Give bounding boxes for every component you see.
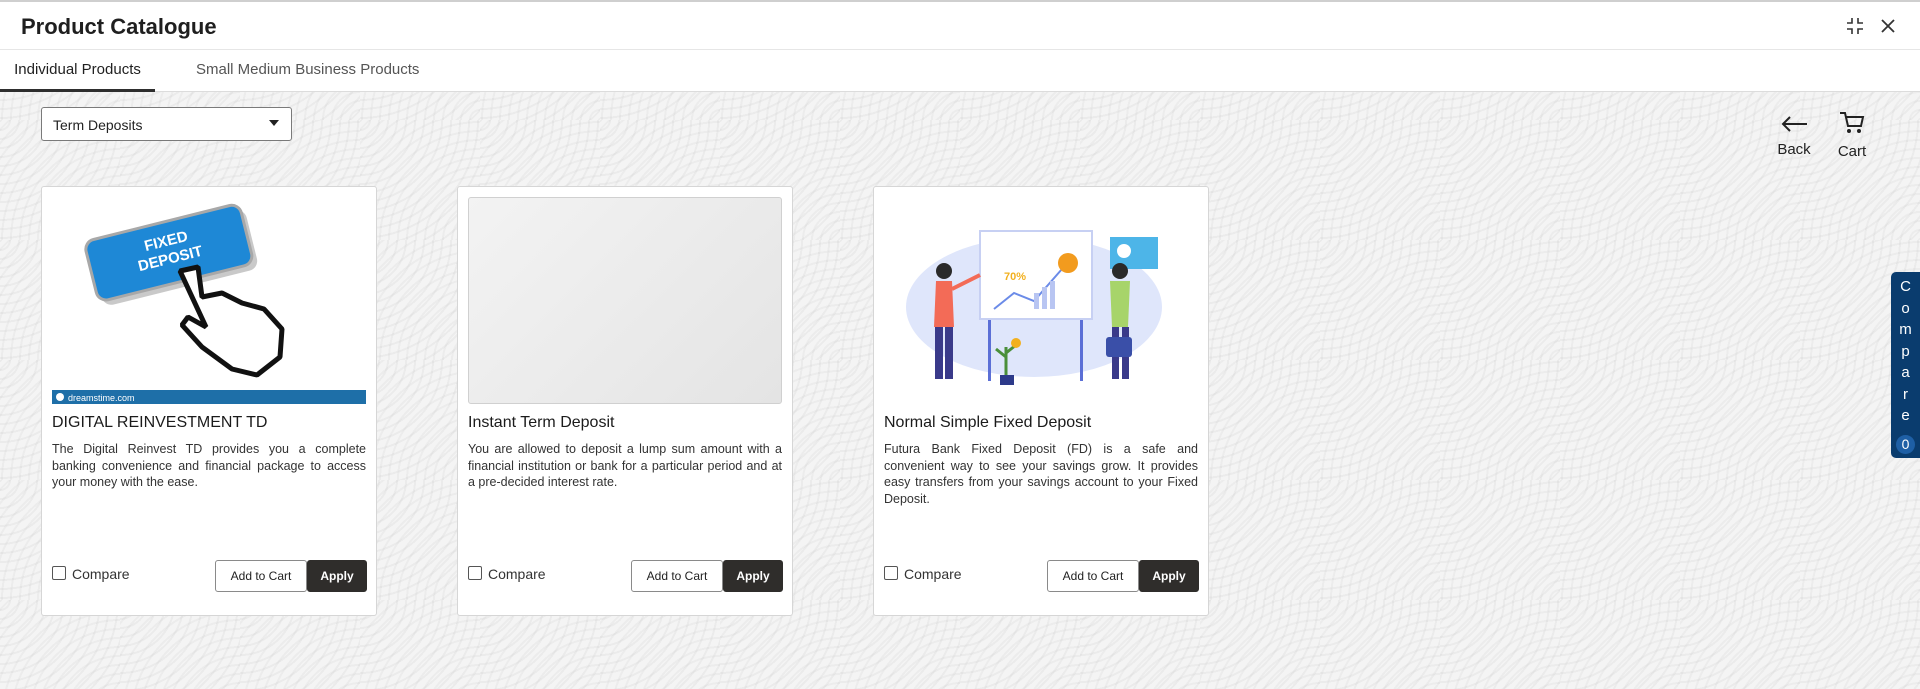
minimize-icon[interactable]	[1845, 16, 1865, 41]
page-title: Product Catalogue	[21, 14, 217, 39]
title-bar: Product Catalogue	[0, 0, 1920, 50]
add-to-cart-button[interactable]: Add to Cart	[215, 560, 307, 592]
product-description: The Digital Reinvest TD provides you a c…	[52, 442, 366, 489]
compare-checkbox[interactable]: Compare	[884, 566, 962, 582]
product-card-digital-reinvestment-td: FIXED DEPOSIT dreamstime.com DIGITAL REI…	[41, 186, 377, 616]
watermark-text: dreamstime.com	[68, 393, 135, 403]
chevron-down-icon	[269, 120, 279, 126]
product-title: Instant Term Deposit	[468, 414, 615, 431]
product-description: You are allowed to deposit a lump sum am…	[468, 442, 782, 489]
product-description: Futura Bank Fixed Deposit (FD) is a safe…	[884, 442, 1198, 506]
tab-bar: Individual Products Small Medium Busines…	[0, 50, 1920, 92]
compare-panel-label: Compare	[1899, 278, 1912, 424]
tab-individual-products[interactable]: Individual Products	[0, 61, 155, 92]
product-title: DIGITAL REINVESTMENT TD	[52, 414, 268, 431]
product-card-normal-simple-fixed-deposit: 70% Normal Simple Fixed Deposit Futura B…	[873, 186, 1209, 616]
presentation-illustration: 70%	[884, 197, 1198, 404]
apply-button[interactable]: Apply	[1139, 560, 1199, 592]
back-arrow-icon	[1781, 116, 1807, 132]
add-to-cart-button[interactable]: Add to Cart	[631, 560, 723, 592]
tab-small-medium-business-products[interactable]: Small Medium Business Products	[196, 61, 419, 78]
fixed-deposit-image: FIXED DEPOSIT dreamstime.com	[52, 197, 366, 404]
compare-label: Compare	[904, 566, 962, 582]
apply-button[interactable]: Apply	[307, 560, 367, 592]
apply-button[interactable]: Apply	[723, 560, 783, 592]
product-type-dropdown[interactable]: Term Deposits	[41, 107, 292, 141]
compare-label: Compare	[72, 566, 130, 582]
compare-checkbox[interactable]: Compare	[468, 566, 546, 582]
dropdown-value: Term Deposits	[53, 117, 143, 133]
add-to-cart-button[interactable]: Add to Cart	[1047, 560, 1139, 592]
cart-button[interactable]: Cart	[1832, 110, 1872, 160]
product-card-instant-term-deposit: Instant Term Deposit You are allowed to …	[457, 186, 793, 616]
back-button[interactable]: Back	[1774, 114, 1814, 158]
close-icon[interactable]	[1878, 16, 1898, 41]
checkbox-icon[interactable]	[468, 566, 482, 580]
checkbox-icon[interactable]	[884, 566, 898, 580]
compare-label: Compare	[488, 566, 546, 582]
compare-checkbox[interactable]: Compare	[52, 566, 130, 582]
checkbox-icon[interactable]	[52, 566, 66, 580]
compare-side-panel[interactable]: Compare 0	[1891, 272, 1920, 458]
product-image-placeholder	[468, 197, 782, 404]
cart-icon	[1840, 112, 1865, 133]
compare-count-badge: 0	[1896, 435, 1915, 454]
image-text-percent: 70%	[1004, 271, 1026, 283]
back-label: Back	[1777, 141, 1811, 158]
product-title: Normal Simple Fixed Deposit	[884, 414, 1092, 431]
cart-label: Cart	[1837, 143, 1867, 160]
